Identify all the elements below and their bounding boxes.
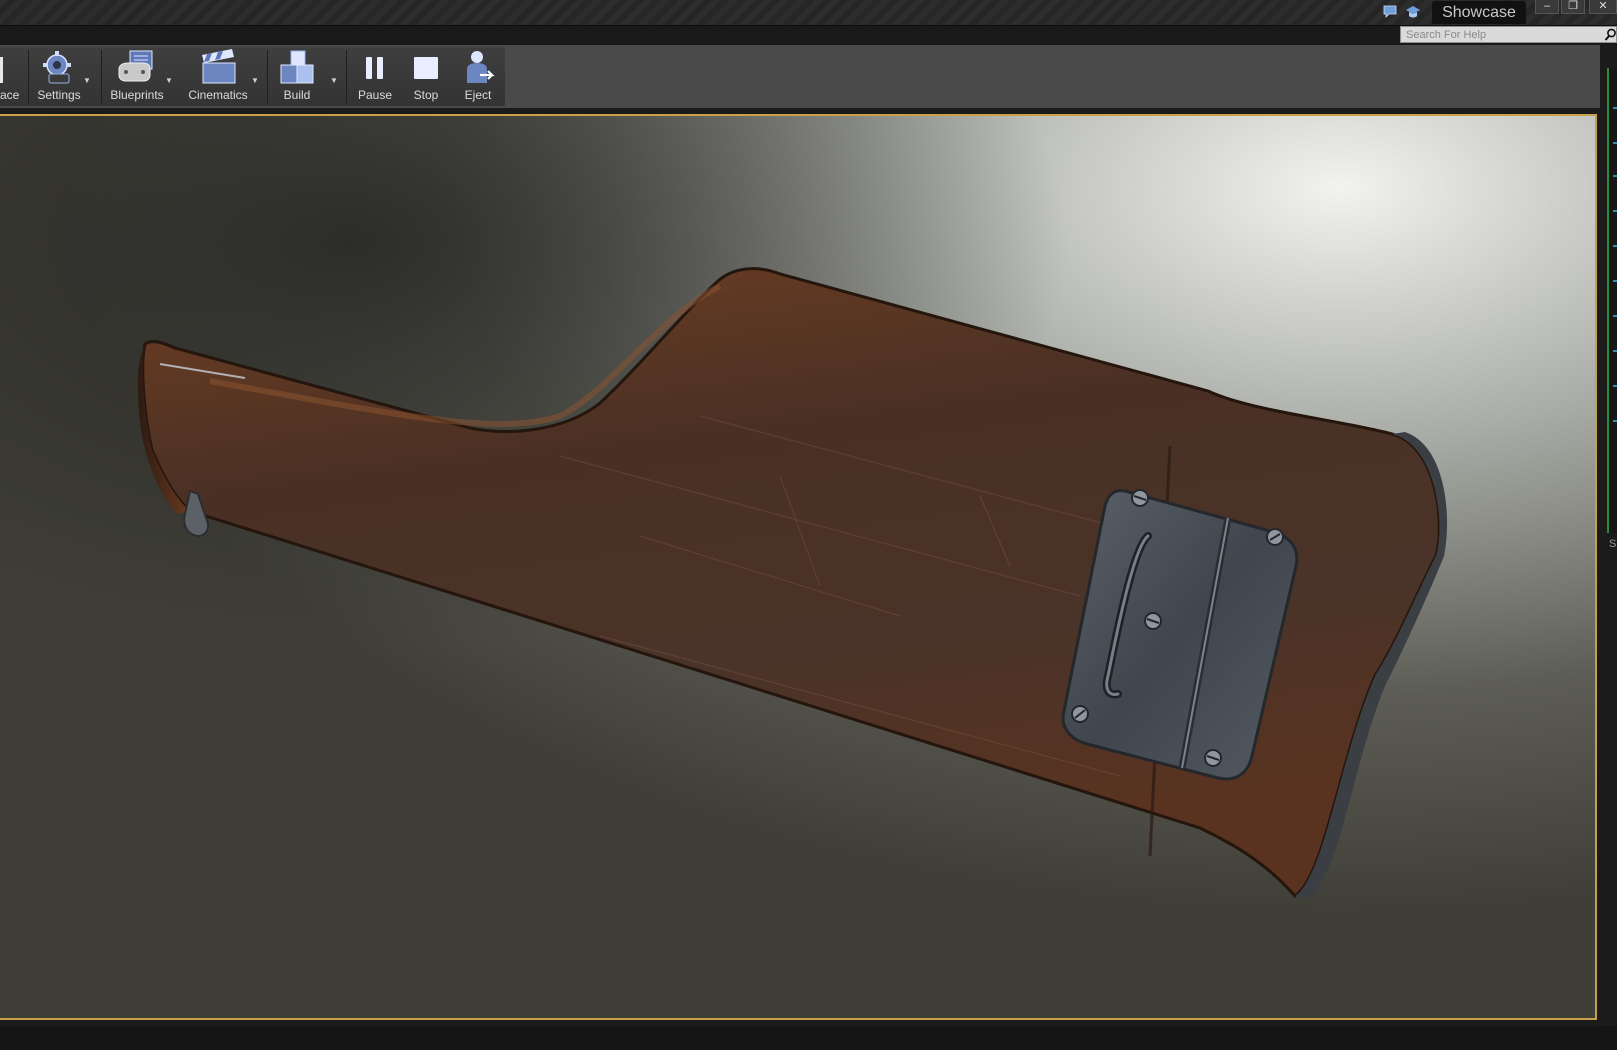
cinematics-dropdown-arrow[interactable]: ▼ (250, 76, 260, 86)
main-toolbar: ace Settings ▼ Blueprints ▼ Cinematics ▼… (0, 47, 505, 106)
chat-icon[interactable] (1383, 5, 1399, 19)
close-button[interactable]: ✕ (1589, 0, 1617, 14)
minimize-button[interactable]: – (1535, 0, 1559, 14)
build-button[interactable]: Build (272, 47, 322, 106)
pause-icon (366, 57, 383, 79)
list-item-marker (1613, 142, 1617, 144)
blueprints-dropdown-arrow[interactable]: ▼ (164, 76, 174, 86)
list-item-marker (1613, 175, 1617, 177)
toolbar-label: Pause (357, 88, 393, 102)
toolbar-label: Stop (413, 88, 439, 102)
toolbar-area: ace Settings ▼ Blueprints ▼ Cinematics ▼… (0, 45, 1600, 108)
details-panel-label: S (1609, 538, 1617, 550)
project-tab[interactable]: Showcase (1432, 1, 1526, 24)
toolbar-separator (28, 50, 29, 103)
build-dropdown-arrow[interactable]: ▼ (329, 76, 339, 86)
menu-bar (0, 26, 1617, 45)
eject-icon (467, 51, 495, 83)
list-item-marker (1613, 210, 1617, 212)
toolbar-label: Settings (37, 88, 81, 102)
toolbar-separator (101, 50, 102, 103)
pause-button[interactable]: Pause (352, 47, 398, 106)
graduation-cap-icon[interactable] (1405, 5, 1421, 19)
search-help-input[interactable] (1400, 26, 1617, 43)
title-bar: Showcase – ❐ ✕ (0, 0, 1617, 26)
toolbar-separator (267, 50, 268, 103)
settings-dropdown-arrow[interactable]: ▼ (82, 76, 92, 86)
blueprints-icon (118, 50, 153, 82)
toolbar-label: Cinematics (188, 88, 248, 102)
search-icon[interactable] (1604, 28, 1617, 41)
toolbar-label: Eject (464, 88, 492, 102)
list-item-marker (1613, 385, 1617, 387)
list-item-marker (1613, 107, 1617, 109)
marketplace-button[interactable]: ace (0, 47, 24, 106)
eject-button[interactable]: Eject (455, 47, 501, 106)
outliner-list-strip[interactable] (1607, 68, 1617, 533)
gear-icon (43, 51, 71, 84)
level-viewport[interactable] (0, 114, 1597, 1020)
details-panel-edge (1600, 45, 1617, 1026)
marketplace-icon (0, 57, 3, 83)
restore-button[interactable]: ❐ (1561, 0, 1585, 14)
list-item-marker (1613, 420, 1617, 422)
stop-icon (414, 57, 438, 79)
status-bar (0, 1026, 1617, 1050)
list-item-marker (1613, 315, 1617, 317)
cinematics-button[interactable]: Cinematics (182, 47, 254, 106)
list-item-marker (1613, 350, 1617, 352)
settings-button[interactable]: Settings (32, 47, 86, 106)
toolbar-label: ace (0, 88, 20, 102)
stop-button[interactable]: Stop (403, 47, 449, 106)
toolbar-label: Blueprints (110, 88, 164, 102)
clapperboard-icon (202, 49, 236, 84)
list-item-marker (1613, 245, 1617, 247)
build-blocks-icon (280, 50, 314, 84)
list-item-marker (1613, 280, 1617, 282)
toolbar-separator (346, 50, 347, 103)
viewport-scene (0, 116, 1595, 1018)
blueprints-button[interactable]: Blueprints (104, 47, 170, 106)
toolbar-label: Build (283, 88, 311, 102)
